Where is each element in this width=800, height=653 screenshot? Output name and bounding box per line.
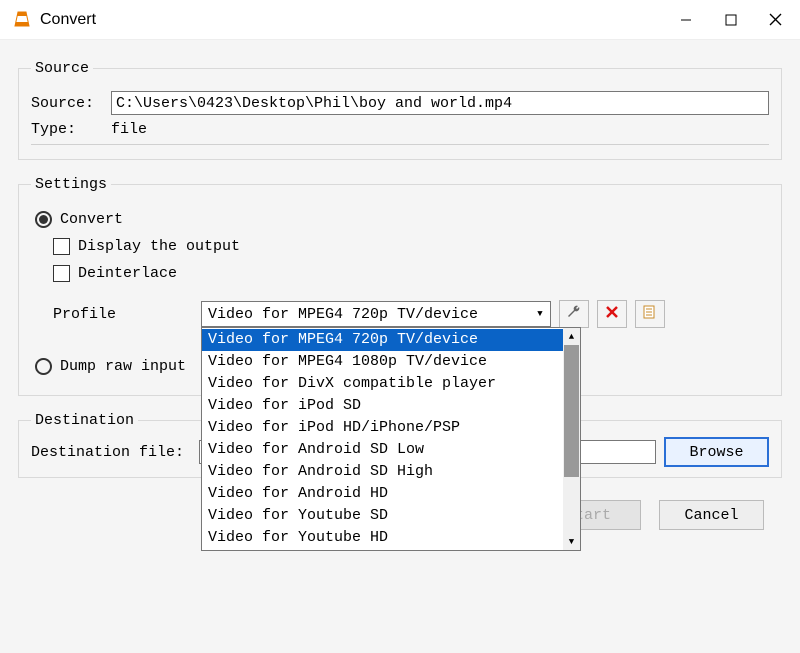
scroll-thumb[interactable]: [564, 345, 579, 477]
deinterlace-checkbox[interactable]: [53, 265, 70, 282]
profile-dropdown: Video for MPEG4 720p TV/deviceVideo for …: [201, 327, 581, 551]
settings-legend: Settings: [31, 176, 111, 193]
dropdown-scrollbar[interactable]: ▲ ▼: [563, 328, 580, 550]
convert-radio-label: Convert: [60, 211, 123, 228]
chevron-down-icon[interactable]: ▼: [531, 303, 549, 325]
dump-raw-label: Dump raw input: [60, 358, 186, 375]
x-icon: [605, 305, 619, 324]
close-button[interactable]: [753, 4, 798, 36]
profile-option[interactable]: Video for MPEG4 720p TV/device: [202, 329, 563, 351]
profile-option[interactable]: Video for Android HD: [202, 483, 563, 505]
profile-option[interactable]: Video for DivX compatible player: [202, 373, 563, 395]
new-document-icon: [642, 304, 658, 325]
deinterlace-row[interactable]: Deinterlace: [35, 265, 769, 282]
type-label: Type:: [31, 121, 111, 138]
display-output-row[interactable]: Display the output: [35, 238, 769, 255]
settings-group: Settings Convert Display the output Dein…: [18, 176, 782, 396]
cancel-button[interactable]: Cancel: [659, 500, 764, 530]
profile-label: Profile: [53, 306, 193, 323]
profile-option[interactable]: Video for MPEG4 1080p TV/device: [202, 351, 563, 373]
edit-profile-button[interactable]: [559, 300, 589, 328]
profile-option[interactable]: Video for Android SD High: [202, 461, 563, 483]
destination-label: Destination file:: [31, 444, 191, 461]
profile-selected-value[interactable]: Video for MPEG4 720p TV/device: [201, 301, 551, 327]
titlebar: Convert: [0, 0, 800, 40]
scroll-up-icon[interactable]: ▲: [563, 328, 580, 345]
profile-combobox[interactable]: Video for MPEG4 720p TV/device ▼ Video f…: [201, 301, 551, 327]
source-legend: Source: [31, 60, 93, 77]
new-profile-button[interactable]: [635, 300, 665, 328]
profile-option-list: Video for MPEG4 720p TV/deviceVideo for …: [202, 328, 563, 550]
type-value: file: [111, 121, 147, 138]
vlc-app-icon: [12, 10, 32, 30]
display-output-label: Display the output: [78, 238, 240, 255]
wrench-icon: [566, 304, 582, 325]
destination-legend: Destination: [31, 412, 138, 429]
convert-radio[interactable]: [35, 211, 52, 228]
window-title: Convert: [40, 11, 96, 29]
profile-option[interactable]: Video for Youtube HD: [202, 527, 563, 549]
display-output-checkbox[interactable]: [53, 238, 70, 255]
convert-radio-row[interactable]: Convert: [35, 211, 769, 228]
source-label: Source:: [31, 95, 111, 112]
maximize-button[interactable]: [708, 4, 753, 36]
delete-profile-button[interactable]: [597, 300, 627, 328]
scroll-down-icon[interactable]: ▼: [563, 533, 580, 550]
profile-option[interactable]: Video for iPod SD: [202, 395, 563, 417]
source-group: Source Source: Type: file: [18, 60, 782, 160]
deinterlace-label: Deinterlace: [78, 265, 177, 282]
profile-option[interactable]: Video for iPod HD/iPhone/PSP: [202, 417, 563, 439]
minimize-button[interactable]: [663, 4, 708, 36]
source-input[interactable]: [111, 91, 769, 115]
profile-option[interactable]: Video for Youtube SD: [202, 505, 563, 527]
browse-button[interactable]: Browse: [664, 437, 769, 467]
dump-raw-radio[interactable]: [35, 358, 52, 375]
profile-option[interactable]: Video for Android SD Low: [202, 439, 563, 461]
